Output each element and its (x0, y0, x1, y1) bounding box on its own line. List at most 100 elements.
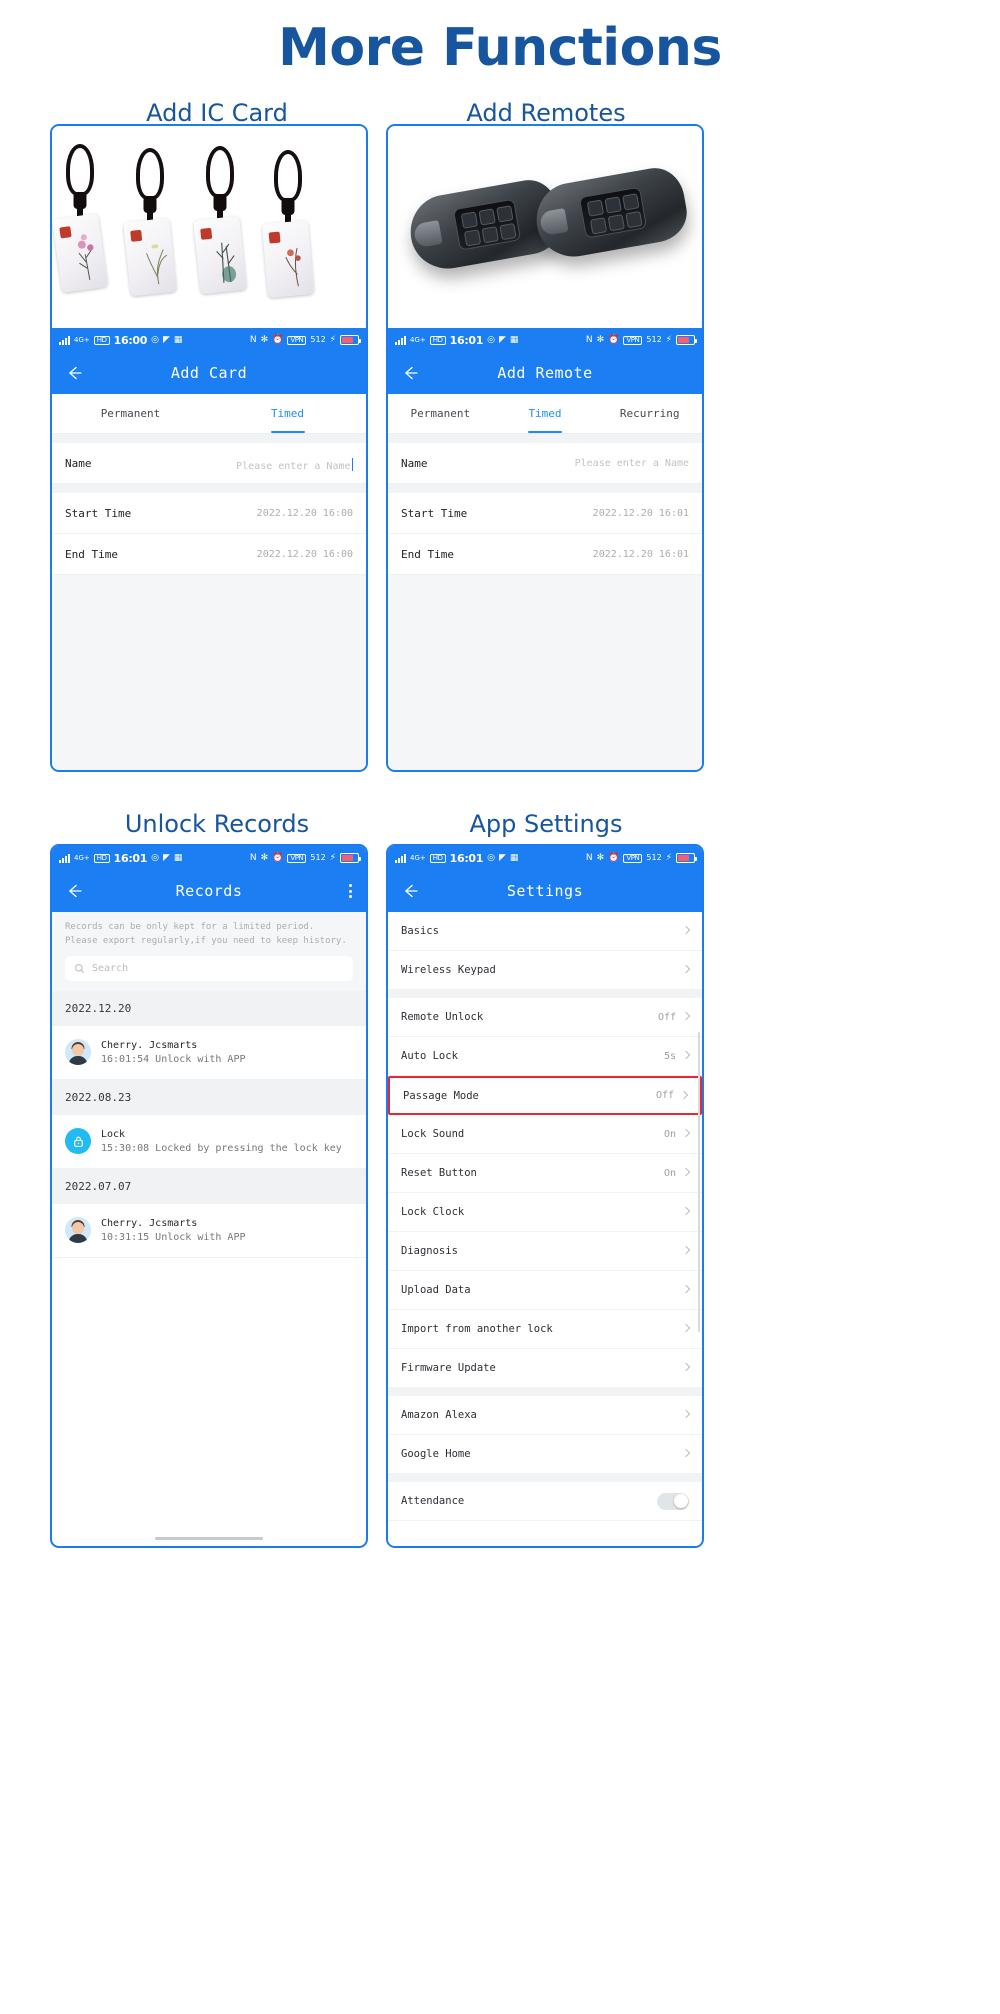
settings-list: Basics Wireless Keypad Remote Unlock Off… (388, 912, 702, 1546)
text-cursor (351, 457, 353, 471)
form-row-name[interactable]: Name Please enter a Name (388, 443, 702, 484)
whatsapp-icon: ◎ (487, 852, 495, 863)
setting-label: Attendance (401, 1495, 465, 1507)
location-icon: ◤ (498, 334, 506, 345)
record-item[interactable]: Cherry. Jcsmarts 10:31:15 Unlock with AP… (52, 1203, 366, 1258)
setting-row-basics[interactable]: Basics (388, 912, 702, 951)
status-bar: 4G+ HD 16:01 ◎ ◤ ▦ N ✻ ⏰ VPN 512 ⚡ (52, 846, 366, 870)
setting-row-lock-sound[interactable]: Lock Sound On (388, 1115, 702, 1154)
list-spacer (388, 484, 702, 493)
setting-value: 5s (663, 1050, 676, 1062)
app-icon: ▦ (173, 334, 183, 345)
vpn-badge: VPN (623, 335, 643, 345)
tab-timed[interactable]: Timed (493, 394, 598, 433)
phone-mockup-add-remote: 4G+ HD 16:01 ◎ ◤ ▦ N ✻ ⏰ VPN 512 ⚡ Add R… (386, 124, 704, 772)
avatar (65, 1217, 91, 1244)
chevron-right-icon (681, 1050, 691, 1060)
attendance-toggle[interactable] (657, 1492, 689, 1510)
row-label: Start Time (65, 506, 132, 520)
section-caption-unlock-records: Unlock Records (124, 810, 310, 838)
whatsapp-icon: ◎ (151, 852, 159, 863)
setting-row-import-from-another-lock[interactable]: Import from another lock (388, 1310, 702, 1349)
chevron-right-icon (681, 925, 691, 935)
form-row-name[interactable]: Name Please enter a Name (52, 443, 366, 484)
page-title: More Functions (278, 18, 722, 78)
more-vertical-icon[interactable] (349, 884, 352, 898)
tab-permanent[interactable]: Permanent (388, 394, 493, 433)
ic-card-product-photo (52, 126, 366, 328)
location-icon: ◤ (162, 852, 170, 863)
row-value: 2022.12.20 16:01 (592, 548, 689, 560)
setting-row-firmware-update[interactable]: Firmware Update (388, 1349, 702, 1388)
arrow-left-icon[interactable] (64, 881, 84, 901)
arrow-left-icon[interactable] (400, 881, 420, 901)
tab-recurring[interactable]: Recurring (597, 394, 702, 433)
setting-label: Basics (401, 925, 439, 937)
search-wrapper: Search (52, 955, 366, 991)
row-value: 2022.12.20 16:00 (256, 507, 353, 519)
setting-label: Upload Data (401, 1284, 471, 1296)
chevron-right-icon (681, 1362, 691, 1372)
alarm-icon: ⏰ (608, 334, 620, 345)
row-label: End Time (65, 547, 118, 561)
setting-row-amazon-alexa[interactable]: Amazon Alexa (388, 1396, 702, 1435)
setting-row-diagnosis[interactable]: Diagnosis (388, 1232, 702, 1271)
vpn-badge: VPN (287, 853, 307, 863)
record-item[interactable]: Cherry. Jcsmarts 16:01:54 Unlock with AP… (52, 1025, 366, 1080)
scrollbar[interactable] (698, 1032, 700, 1332)
record-item[interactable]: Lock 15:30:08 Locked by pressing the loc… (52, 1114, 366, 1169)
setting-label: Wireless Keypad (401, 964, 496, 976)
setting-row-attendance[interactable]: Attendance (388, 1482, 702, 1521)
phone-mockup-settings: 4G+ HD 16:01 ◎ ◤ ▦ N ✻ ⏰ VPN 512 ⚡ Setti… (386, 844, 704, 1548)
form-list: Name Please enter a Name Start Time 2022… (52, 434, 366, 770)
battery-icon (676, 335, 697, 345)
chevron-right-icon (681, 1167, 691, 1177)
nav-bar: Add Card (52, 352, 366, 394)
search-input[interactable]: Search (65, 955, 353, 981)
form-row-end-time[interactable]: End Time 2022.12.20 16:01 (388, 534, 702, 575)
list-spacer (388, 990, 702, 998)
tab-timed[interactable]: Timed (209, 394, 366, 433)
setting-row-lock-clock[interactable]: Lock Clock (388, 1193, 702, 1232)
name-input[interactable]: Please enter a Name (236, 461, 350, 472)
chevron-right-icon (681, 1206, 691, 1216)
setting-label: Amazon Alexa (401, 1409, 477, 1421)
arrow-left-icon[interactable] (400, 363, 420, 383)
tab-bar: Permanent Timed (52, 394, 366, 434)
nfc-icon: N (249, 334, 257, 345)
bluetooth-icon: ✻ (260, 852, 269, 863)
notice-line-2: Please export regularly,if you need to k… (65, 935, 347, 946)
nav-bar: Settings (388, 870, 702, 912)
tab-permanent[interactable]: Permanent (52, 394, 209, 433)
setting-row-google-home[interactable]: Google Home (388, 1435, 702, 1474)
setting-label: Remote Unlock (401, 1011, 484, 1023)
vpn-badge: VPN (287, 335, 307, 345)
setting-row-wireless-keypad[interactable]: Wireless Keypad (388, 951, 702, 990)
form-row-end-time[interactable]: End Time 2022.12.20 16:00 (52, 534, 366, 575)
form-list: Name Please enter a Name Start Time 2022… (388, 434, 702, 770)
setting-row-reset-button[interactable]: Reset Button On (388, 1154, 702, 1193)
whatsapp-icon: ◎ (487, 334, 495, 345)
form-row-start-time[interactable]: Start Time 2022.12.20 16:01 (388, 493, 702, 534)
setting-label: Lock Clock (401, 1206, 465, 1218)
charging-icon: ⚡ (329, 852, 336, 863)
arrow-left-icon[interactable] (64, 363, 84, 383)
record-detail: 16:01:54 Unlock with APP (101, 1053, 246, 1065)
setting-row-passage-mode[interactable]: Passage Mode Off (388, 1076, 702, 1115)
chevron-right-icon (681, 1323, 691, 1333)
setting-row-upload-data[interactable]: Upload Data (388, 1271, 702, 1310)
name-input[interactable]: Please enter a Name (575, 458, 689, 469)
status-time: 16:01 (113, 851, 148, 865)
record-detail: 10:31:15 Unlock with APP (101, 1231, 246, 1243)
setting-row-auto-lock[interactable]: Auto Lock 5s (388, 1037, 702, 1076)
date-header: 2022.12.20 (52, 990, 366, 1026)
signal-icon (59, 853, 70, 863)
phone-mockup-records: 4G+ HD 16:01 ◎ ◤ ▦ N ✻ ⏰ VPN 512 ⚡ Recor… (50, 844, 368, 1548)
remote-product-photo (388, 126, 702, 328)
section-caption-add-ic-card: Add IC Card (146, 99, 288, 127)
row-value: 2022.12.20 16:01 (592, 507, 689, 519)
setting-row-remote-unlock[interactable]: Remote Unlock Off (388, 998, 702, 1037)
setting-label: Lock Sound (401, 1128, 465, 1140)
setting-label: Reset Button (401, 1167, 477, 1179)
form-row-start-time[interactable]: Start Time 2022.12.20 16:00 (52, 493, 366, 534)
